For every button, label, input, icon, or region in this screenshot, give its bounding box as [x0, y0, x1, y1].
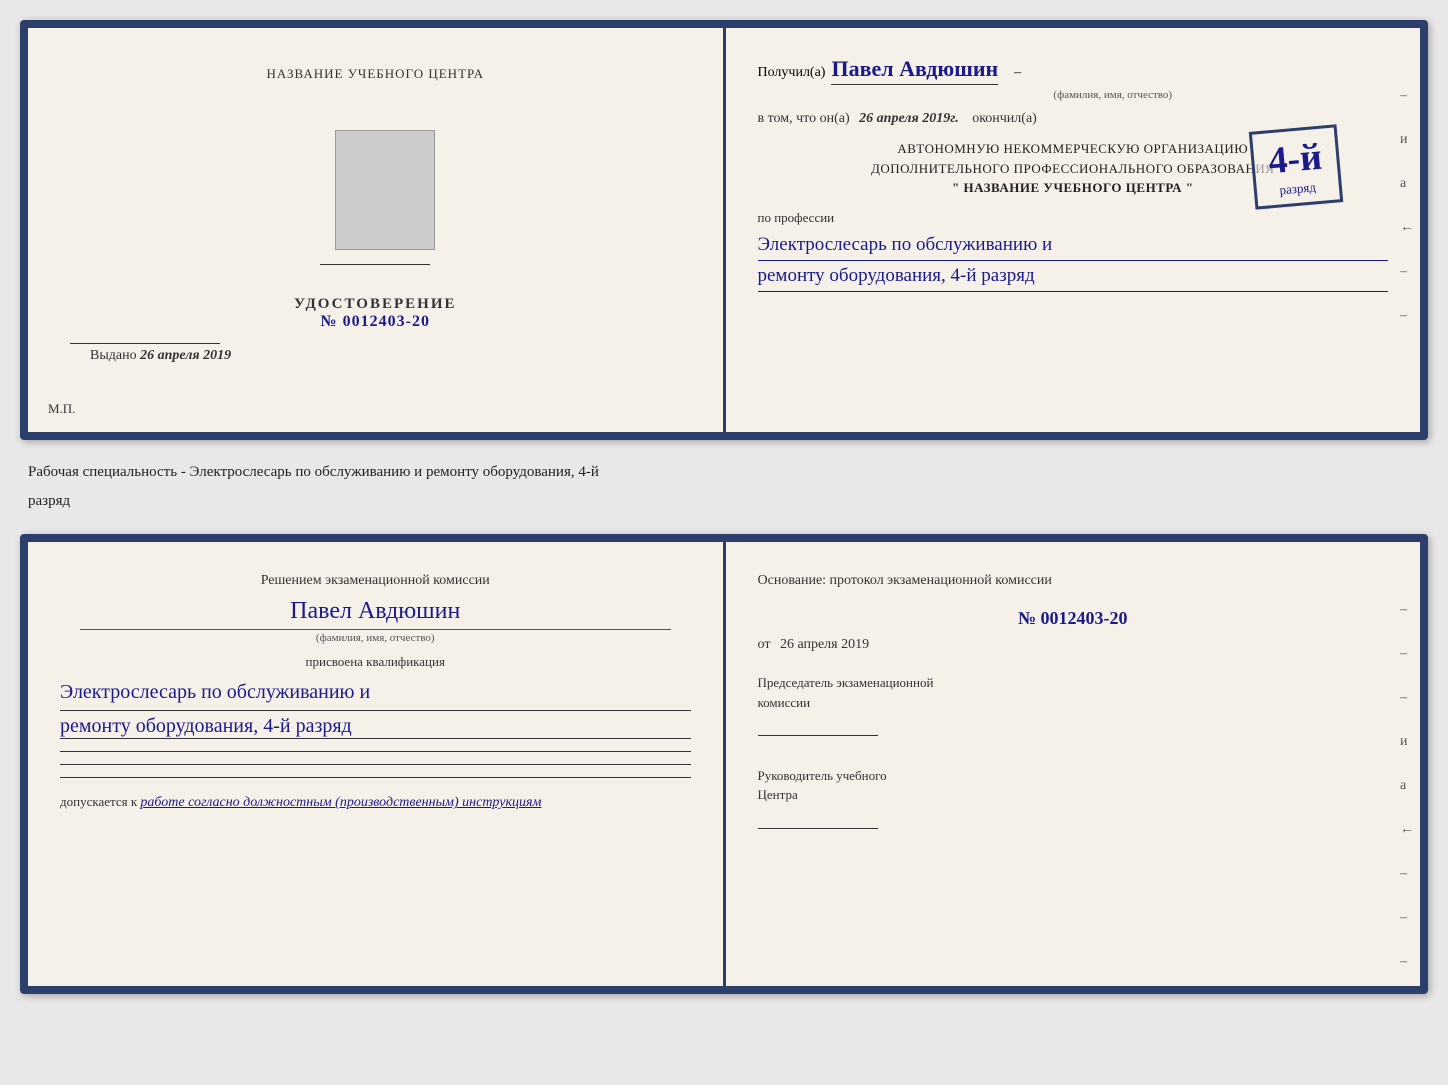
dopuskaetsya-block: допускается к работе согласно должностны… [60, 794, 691, 811]
rukovoditel-block: Руководитель учебного Центра [758, 766, 1389, 835]
bottom-name-sub: (фамилия, имя, отчество) [80, 629, 671, 644]
poluchil-line: Получил(а) Павел Авдюшин – [758, 56, 1389, 85]
resolution-text: Решением экзаменационной комиссии [60, 570, 691, 592]
bottom-certificate: Решением экзаменационной комиссии Павел … [20, 534, 1428, 994]
mark-3: а [1400, 176, 1414, 192]
profession-line2: ремонту оборудования, 4-й разряд [758, 261, 1389, 292]
prisvoena-text: присвоена квалификация [60, 654, 691, 670]
bmark-4: и [1400, 734, 1414, 750]
certificate-info: УДОСТОВЕРЕНИЕ № 0012403-20 [294, 296, 457, 331]
name-sublabel-top: (фамилия, имя, отчество) [838, 89, 1389, 101]
recipient-name: Павел Авдюшин [831, 56, 998, 85]
osnov-label: Основание: протокол экзаменационной коми… [758, 570, 1389, 592]
top-certificate: НАЗВАНИЕ УЧЕБНОГО ЦЕНТРА УДОСТОВЕРЕНИЕ №… [20, 20, 1428, 440]
bmark-2: – [1400, 646, 1414, 662]
profession-line1: Электрослесарь по обслуживанию и [758, 230, 1389, 261]
bmark-1: – [1400, 602, 1414, 618]
mark-1: – [1400, 88, 1414, 104]
mark-5: – [1400, 264, 1414, 280]
okoncil-label: окончил(а) [972, 111, 1037, 126]
vtom-date: 26 апреля 2019г. [859, 111, 959, 126]
grade-stamp: 4-й разряд [1249, 124, 1343, 209]
poluchil-label: Получил(а) [758, 65, 826, 81]
qual-line1: Электрослесарь по обслуживанию и [60, 674, 691, 711]
rukovoditel-line1: Руководитель учебного [758, 766, 1389, 786]
mp-label: М.П. [48, 401, 75, 417]
bmark-8: – [1400, 910, 1414, 926]
sign-lines [60, 751, 691, 778]
rukovoditel-sign-line [758, 813, 878, 829]
separator-block: Рабочая специальность - Электрослесарь п… [20, 456, 1428, 518]
certificate-number: № 0012403-20 [294, 313, 457, 331]
bottom-left-page: Решением экзаменационной комиссии Павел … [28, 542, 726, 986]
sign-line-1 [60, 751, 691, 752]
bmark-9: – [1400, 954, 1414, 970]
separator-line1: Рабочая специальность - Электрослесарь п… [28, 458, 1420, 487]
bmark-3: – [1400, 690, 1414, 706]
rukovoditel-line2: Центра [758, 785, 1389, 805]
chairman-block: Председатель экзаменационной комиссии [758, 673, 1389, 742]
profession-block: Электрослесарь по обслуживанию и ремонту… [758, 230, 1389, 293]
bmark-5: а [1400, 778, 1414, 794]
bottom-right-side-marks: – – – и а ← – – – [1400, 602, 1414, 970]
vydano-line: Выдано 26 апреля 2019 [90, 348, 231, 364]
mark-6: – [1400, 308, 1414, 324]
grade-label: 4-й [1267, 136, 1324, 183]
dopuskaetsya-label: допускается к [60, 794, 137, 809]
qual-line2: ремонту оборудования, 4-й разряд [60, 715, 691, 739]
top-left-page: НАЗВАНИЕ УЧЕБНОГО ЦЕНТРА УДОСТОВЕРЕНИЕ №… [28, 28, 726, 432]
right-side-marks: – и а ← – – [1400, 88, 1414, 324]
vtom-line: в том, что он(а) 26 апреля 2019г. окончи… [758, 111, 1389, 127]
vtom-block: в том, что он(а) 26 апреля 2019г. окончи… [758, 111, 1389, 127]
chairman-sign-line [758, 720, 878, 736]
dopusk-text: работе согласно должностным (производств… [140, 795, 541, 810]
left-org-title: НАЗВАНИЕ УЧЕБНОГО ЦЕНТРА [267, 66, 484, 82]
ot-label: от [758, 637, 771, 652]
mark-2: и [1400, 132, 1414, 148]
chairman-line2: комиссии [758, 693, 1389, 713]
po-professii-label: по профессии [758, 210, 1389, 226]
ot-date: 26 апреля 2019 [780, 637, 869, 652]
bottom-right-page: Основание: протокол экзаменационной коми… [726, 542, 1421, 986]
bottom-name: Павел Авдюшин [60, 598, 691, 625]
bmark-6: ← [1400, 822, 1414, 838]
chairman-line1: Председатель экзаменационной [758, 673, 1389, 693]
vtom-label: в том, что он(а) [758, 111, 850, 126]
ot-date-line: от 26 апреля 2019 [758, 637, 1389, 653]
vydano-date: 26 апреля 2019 [140, 348, 231, 363]
photo-placeholder [335, 130, 435, 250]
top-right-page: Получил(а) Павел Авдюшин – (фамилия, имя… [726, 28, 1421, 432]
separator-line2: разряд [28, 487, 1420, 516]
protocol-number: № 0012403-20 [758, 608, 1389, 629]
grade-sublabel: разряд [1271, 179, 1326, 200]
certificate-label: УДОСТОВЕРЕНИЕ [294, 296, 457, 313]
vydano-label: Выдано [90, 348, 137, 363]
qual-block: Электрослесарь по обслуживанию и ремонту… [60, 674, 691, 739]
sign-line-2 [60, 764, 691, 765]
mark-4: ← [1400, 220, 1414, 236]
bmark-7: – [1400, 866, 1414, 882]
sign-line-3 [60, 777, 691, 778]
